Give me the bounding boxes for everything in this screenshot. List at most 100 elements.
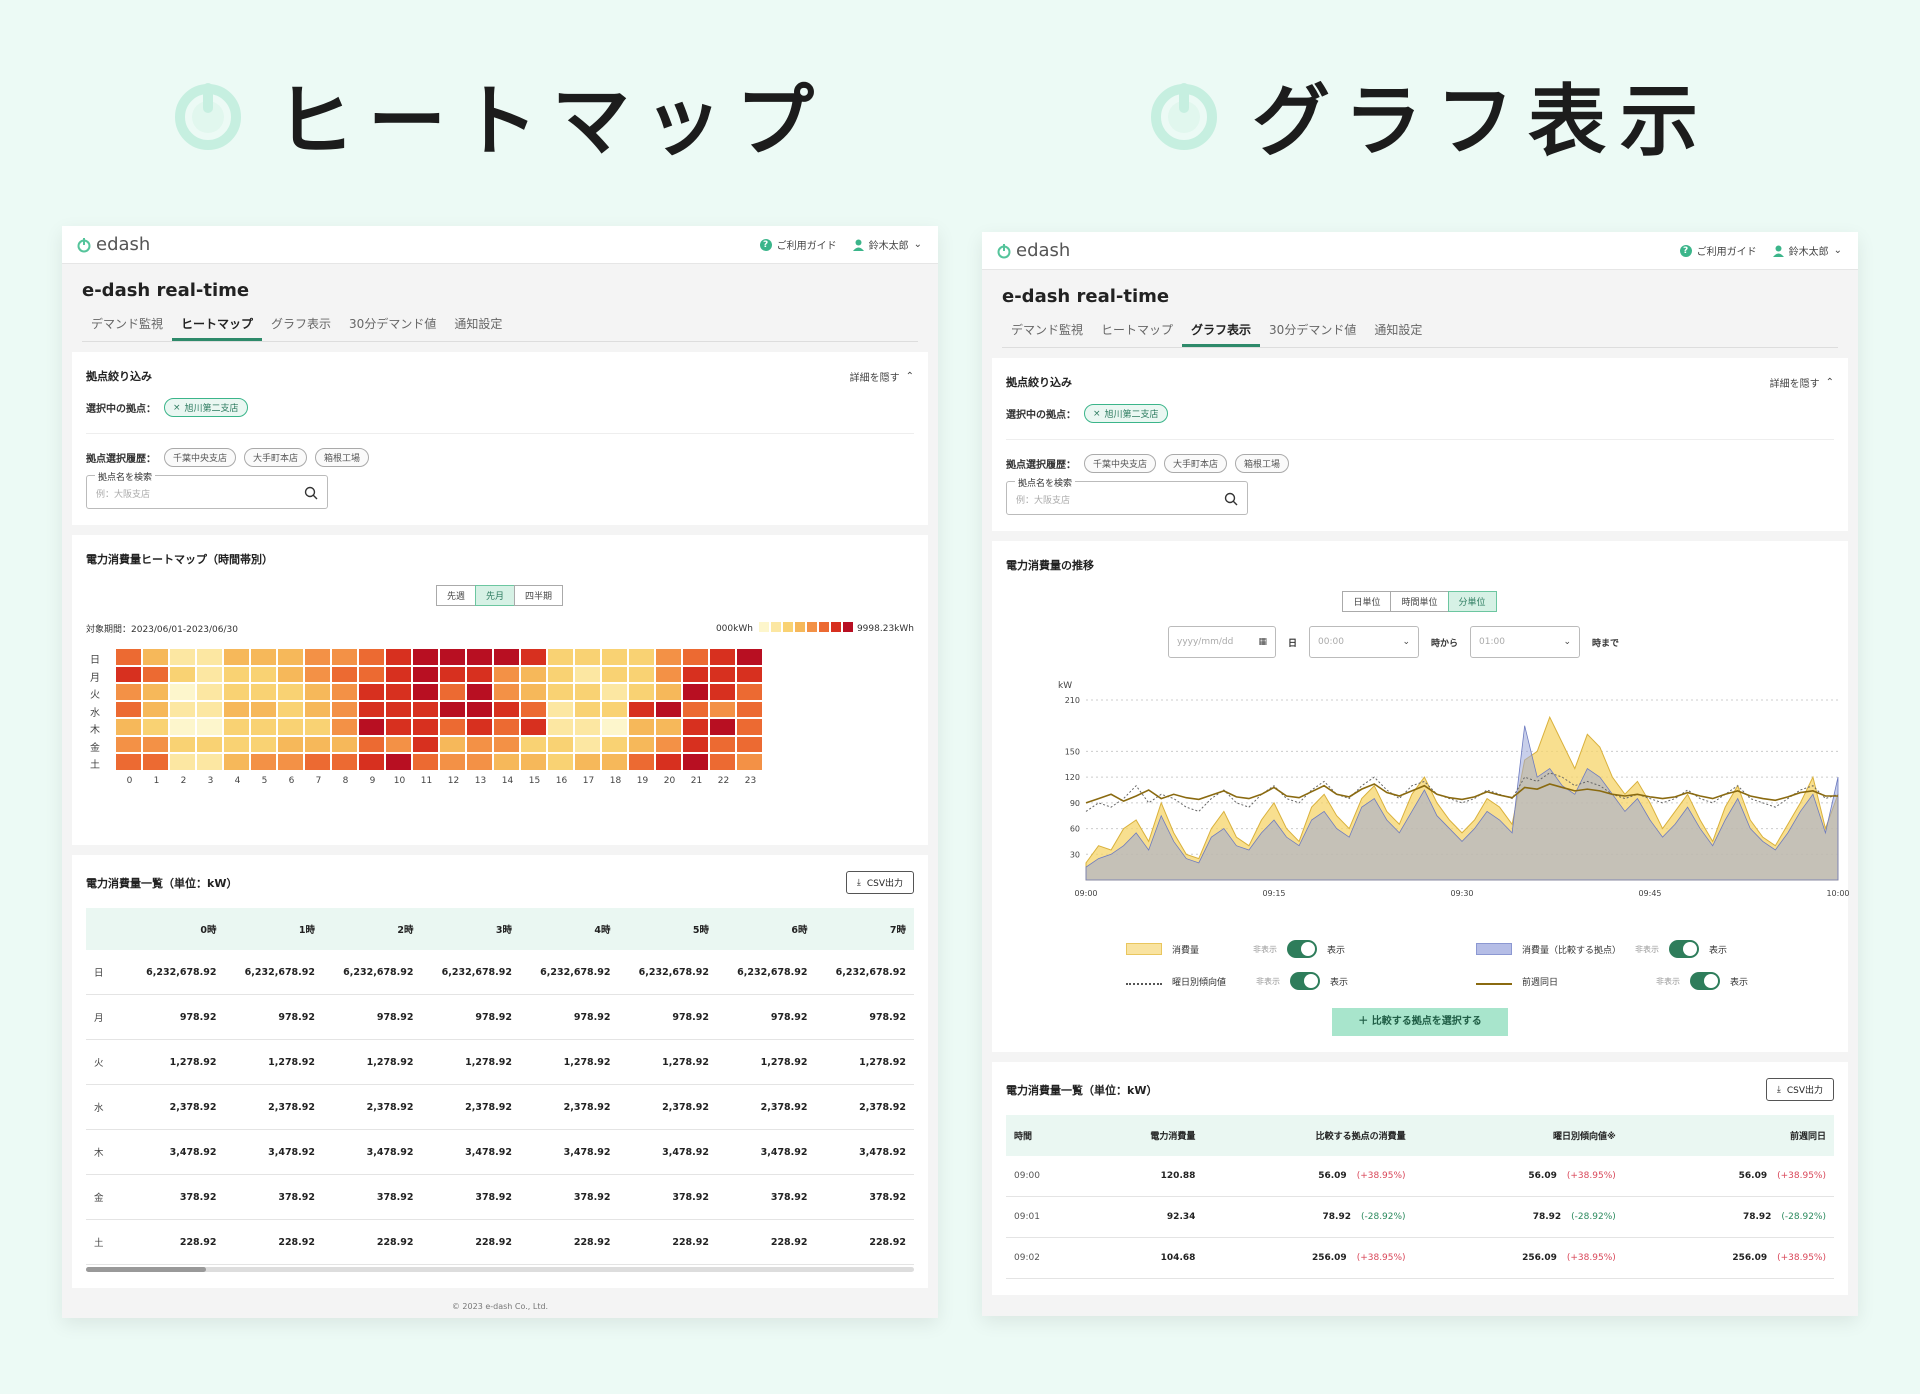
- user-menu[interactable]: 鈴木太郎 ⌄: [1772, 243, 1842, 258]
- heatmap-cell[interactable]: [251, 719, 276, 735]
- period-quarter[interactable]: 四半期: [514, 585, 564, 606]
- site-search-input[interactable]: 拠点名を検索 例：大阪支店: [1006, 476, 1248, 515]
- heatmap-cell[interactable]: [305, 736, 330, 752]
- heatmap-cell[interactable]: [359, 754, 384, 770]
- heatmap-cell[interactable]: [602, 684, 627, 700]
- heatmap-cell[interactable]: [494, 719, 519, 735]
- heatmap-cell[interactable]: [386, 701, 411, 717]
- guide-link[interactable]: ? ご利用ガイド: [1679, 243, 1757, 258]
- heatmap-cell[interactable]: [602, 666, 627, 682]
- heatmap-cell[interactable]: [683, 754, 708, 770]
- heatmap-cell[interactable]: [737, 701, 762, 717]
- selected-site-chip[interactable]: × 旭川第二支店: [1084, 404, 1168, 423]
- heatmap-cell[interactable]: [575, 684, 600, 700]
- heatmap-cell[interactable]: [224, 736, 249, 752]
- heatmap-cell[interactable]: [710, 666, 735, 682]
- heatmap-cell[interactable]: [278, 701, 303, 717]
- heatmap-cell[interactable]: [143, 719, 168, 735]
- heatmap-cell[interactable]: [386, 649, 411, 665]
- heatmap-cell[interactable]: [602, 701, 627, 717]
- heatmap-cell[interactable]: [440, 649, 465, 665]
- heatmap-cell[interactable]: [710, 684, 735, 700]
- heatmap-cell[interactable]: [143, 754, 168, 770]
- heatmap-cell[interactable]: [440, 736, 465, 752]
- heatmap-cell[interactable]: [413, 684, 438, 700]
- heatmap-cell[interactable]: [629, 684, 654, 700]
- heatmap-cell[interactable]: [116, 736, 141, 752]
- heatmap-cell[interactable]: [656, 684, 681, 700]
- heatmap-cell[interactable]: [494, 701, 519, 717]
- selected-site-chip[interactable]: × 旭川第二支店: [164, 398, 248, 417]
- heatmap-cell[interactable]: [575, 719, 600, 735]
- heatmap-cell[interactable]: [386, 754, 411, 770]
- brand-logo[interactable]: edash: [996, 240, 1070, 261]
- heatmap-cell[interactable]: [494, 666, 519, 682]
- hide-detail-button[interactable]: 詳細を隠す ⌃: [1770, 375, 1834, 390]
- heatmap-cell[interactable]: [548, 719, 573, 735]
- heatmap-cell[interactable]: [197, 649, 222, 665]
- heatmap-cell[interactable]: [305, 666, 330, 682]
- brand-logo[interactable]: edash: [76, 234, 150, 255]
- heatmap-cell[interactable]: [170, 736, 195, 752]
- heatmap-cell[interactable]: [575, 736, 600, 752]
- heatmap-cell[interactable]: [332, 719, 357, 735]
- tab-30min[interactable]: 30分デマンド値: [1260, 321, 1365, 347]
- heatmap-cell[interactable]: [224, 754, 249, 770]
- heatmap-cell[interactable]: [737, 666, 762, 682]
- heatmap-cell[interactable]: [656, 736, 681, 752]
- heatmap-cell[interactable]: [305, 684, 330, 700]
- heatmap-cell[interactable]: [116, 649, 141, 665]
- heatmap-cell[interactable]: [197, 684, 222, 700]
- heatmap-cell[interactable]: [386, 684, 411, 700]
- csv-export-button[interactable]: ⤓ CSV出力: [1765, 1078, 1834, 1101]
- heatmap-cell[interactable]: [170, 701, 195, 717]
- heatmap-cell[interactable]: [548, 736, 573, 752]
- heatmap-cell[interactable]: [602, 719, 627, 735]
- heatmap-cell[interactable]: [710, 736, 735, 752]
- close-icon[interactable]: ×: [173, 403, 181, 413]
- heatmap-cell[interactable]: [629, 666, 654, 682]
- toggle-consumption[interactable]: [1287, 940, 1318, 958]
- heatmap-cell[interactable]: [737, 719, 762, 735]
- heatmap-cell[interactable]: [440, 684, 465, 700]
- tab-demand[interactable]: デマンド監視: [1002, 321, 1092, 347]
- heatmap-cell[interactable]: [467, 754, 492, 770]
- heatmap-cell[interactable]: [170, 754, 195, 770]
- heatmap-cell[interactable]: [332, 666, 357, 682]
- tab-notify[interactable]: 通知設定: [1365, 321, 1431, 347]
- heatmap-cell[interactable]: [224, 719, 249, 735]
- heatmap-cell[interactable]: [629, 736, 654, 752]
- heatmap-cell[interactable]: [278, 649, 303, 665]
- heatmap-cell[interactable]: [197, 754, 222, 770]
- heatmap-cell[interactable]: [710, 719, 735, 735]
- heatmap-cell[interactable]: [278, 666, 303, 682]
- heatmap-cell[interactable]: [143, 736, 168, 752]
- tab-notify[interactable]: 通知設定: [445, 315, 511, 341]
- heatmap-cell[interactable]: [413, 719, 438, 735]
- heatmap-cell[interactable]: [440, 754, 465, 770]
- tab-heatmap[interactable]: ヒートマップ: [1092, 321, 1182, 347]
- heatmap-cell[interactable]: [143, 666, 168, 682]
- heatmap-cell[interactable]: [656, 754, 681, 770]
- heatmap-cell[interactable]: [602, 736, 627, 752]
- unit-day[interactable]: 日単位: [1342, 591, 1392, 612]
- heatmap-cell[interactable]: [440, 719, 465, 735]
- heatmap-cell[interactable]: [116, 666, 141, 682]
- heatmap-cell[interactable]: [332, 736, 357, 752]
- heatmap-cell[interactable]: [413, 666, 438, 682]
- heatmap-cell[interactable]: [521, 649, 546, 665]
- heatmap-cell[interactable]: [521, 736, 546, 752]
- heatmap-cell[interactable]: [413, 736, 438, 752]
- heatmap-cell[interactable]: [197, 701, 222, 717]
- heatmap-cell[interactable]: [386, 666, 411, 682]
- heatmap-cell[interactable]: [251, 754, 276, 770]
- heatmap-cell[interactable]: [413, 754, 438, 770]
- heatmap-cell[interactable]: [575, 666, 600, 682]
- heatmap-cell[interactable]: [332, 701, 357, 717]
- heatmap-cell[interactable]: [386, 736, 411, 752]
- heatmap-cell[interactable]: [278, 719, 303, 735]
- calendar-icon[interactable]: ▦: [1258, 637, 1267, 647]
- heatmap-cell[interactable]: [359, 701, 384, 717]
- heatmap-cell[interactable]: [278, 684, 303, 700]
- heatmap-cell[interactable]: [413, 649, 438, 665]
